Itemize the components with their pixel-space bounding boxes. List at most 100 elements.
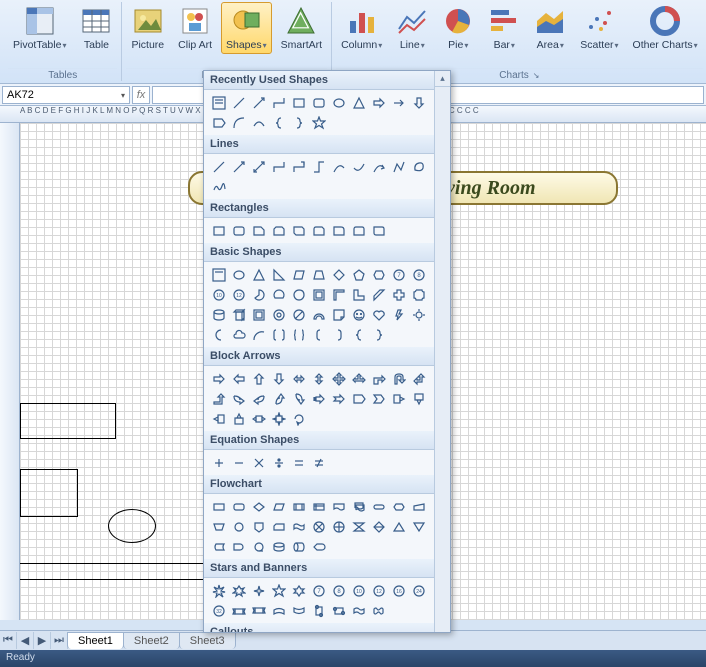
star-5pt[interactable] xyxy=(270,582,287,599)
basic-parallelogram[interactable] xyxy=(290,266,307,283)
clipart-button[interactable]: Clip Art xyxy=(173,2,217,54)
basic-diag-stripe[interactable] xyxy=(370,286,387,303)
basic-pie[interactable] xyxy=(250,286,267,303)
star-explosion1[interactable] xyxy=(210,582,227,599)
block-notched-right[interactable] xyxy=(330,390,347,407)
block-right-callout[interactable] xyxy=(390,390,407,407)
eq-divide[interactable] xyxy=(270,454,287,471)
fc-process[interactable] xyxy=(210,498,227,515)
shape-rounded-rect[interactable] xyxy=(310,94,327,111)
basic-right-bracket[interactable] xyxy=(330,326,347,343)
shape-right-brace[interactable] xyxy=(290,114,307,131)
block-down[interactable] xyxy=(270,370,287,387)
star-explosion2[interactable] xyxy=(230,582,247,599)
basic-sun[interactable] xyxy=(410,306,427,323)
banner-double-wave[interactable] xyxy=(370,602,387,619)
block-right[interactable] xyxy=(210,370,227,387)
eq-multiply[interactable] xyxy=(250,454,267,471)
fc-alt-process[interactable] xyxy=(230,498,247,515)
shape-rectangle[interactable] xyxy=(290,94,307,111)
pie-chart-button[interactable]: Pie xyxy=(437,2,479,54)
block-up[interactable] xyxy=(250,370,267,387)
basic-bevel[interactable] xyxy=(250,306,267,323)
rect-round1[interactable] xyxy=(330,222,347,239)
block-bent[interactable] xyxy=(370,370,387,387)
line-curve1[interactable] xyxy=(330,158,347,175)
column-chart-button[interactable]: Column xyxy=(336,2,387,54)
basic-block-arc[interactable] xyxy=(310,306,327,323)
bar-chart-button[interactable]: Bar xyxy=(483,2,525,54)
fc-manual-input[interactable] xyxy=(410,498,427,515)
smartart-button[interactable]: SmartArt xyxy=(276,2,327,54)
block-up-callout[interactable] xyxy=(230,410,247,427)
basic-lshape[interactable] xyxy=(350,286,367,303)
row-headers[interactable] xyxy=(0,123,20,620)
basic-right-triangle[interactable] xyxy=(270,266,287,283)
fc-manual-op[interactable] xyxy=(210,518,227,535)
basic-arc2[interactable] xyxy=(250,326,267,343)
picture-button[interactable]: Picture xyxy=(126,2,169,54)
rect-snip2[interactable] xyxy=(270,222,287,239)
basic-cube[interactable] xyxy=(230,306,247,323)
basic-half-frame[interactable] xyxy=(330,286,347,303)
fx-button[interactable]: fx xyxy=(132,86,150,104)
fc-direct-access[interactable] xyxy=(290,538,307,555)
block-leftright-callout[interactable] xyxy=(250,410,267,427)
fc-multidoc[interactable] xyxy=(350,498,367,515)
sheet-nav-prev[interactable]: ◀ xyxy=(17,632,34,649)
sheet-nav-next[interactable]: ▶ xyxy=(34,632,51,649)
shape-right-arrow[interactable] xyxy=(370,94,387,111)
basic-plaque[interactable] xyxy=(410,286,427,303)
basic-oval[interactable] xyxy=(230,266,247,283)
star-6pt[interactable] xyxy=(290,582,307,599)
line-elbow-arrow[interactable] xyxy=(290,158,307,175)
block-quad[interactable] xyxy=(330,370,347,387)
other-charts-button[interactable]: Other Charts xyxy=(628,2,703,54)
fc-delay[interactable] xyxy=(230,538,247,555)
star-32pt[interactable]: 32 xyxy=(210,602,227,619)
block-striped-right[interactable] xyxy=(310,390,327,407)
basic-heptagon[interactable]: 7 xyxy=(390,266,407,283)
line-elbow-double[interactable] xyxy=(310,158,327,175)
shape-triangle[interactable] xyxy=(350,94,367,111)
star-7pt[interactable]: 7 xyxy=(310,582,327,599)
rect-snip-round[interactable] xyxy=(310,222,327,239)
sheet-tab-2[interactable]: Sheet2 xyxy=(123,632,180,649)
fc-card[interactable] xyxy=(270,518,287,535)
basic-decagon[interactable]: 10 xyxy=(210,286,227,303)
basic-diamond[interactable] xyxy=(330,266,347,283)
basic-can[interactable] xyxy=(210,306,227,323)
sheet-tab-1[interactable]: Sheet1 xyxy=(67,632,124,649)
star-24pt[interactable]: 24 xyxy=(410,582,427,599)
shape-line[interactable] xyxy=(230,94,247,111)
sheet-nav-first[interactable]: ⏮ xyxy=(0,632,17,649)
shapes-button[interactable]: Shapes xyxy=(221,2,272,54)
fc-decision[interactable] xyxy=(250,498,267,515)
block-down-callout[interactable] xyxy=(410,390,427,407)
block-curved-right[interactable] xyxy=(230,390,247,407)
block-left-callout[interactable] xyxy=(210,410,227,427)
fc-internal[interactable] xyxy=(310,498,327,515)
banner-down-ribbon[interactable] xyxy=(250,602,267,619)
shape-star[interactable] xyxy=(310,114,327,131)
eq-plus[interactable] xyxy=(210,454,227,471)
shape-arc[interactable] xyxy=(230,114,247,131)
floorplan-oval[interactable] xyxy=(108,509,156,543)
line-arrow[interactable] xyxy=(230,158,247,175)
rect-round-diag[interactable] xyxy=(370,222,387,239)
basic-lightning[interactable] xyxy=(390,306,407,323)
basic-double-bracket[interactable] xyxy=(270,326,287,343)
fc-data[interactable] xyxy=(270,498,287,515)
basic-left-brace[interactable] xyxy=(350,326,367,343)
fc-extract[interactable] xyxy=(390,518,407,535)
star-10pt[interactable]: 10 xyxy=(350,582,367,599)
rect-rounded[interactable] xyxy=(230,222,247,239)
floorplan-rectangle-1[interactable] xyxy=(20,403,116,439)
line-curve2[interactable] xyxy=(350,158,367,175)
fc-terminator[interactable] xyxy=(370,498,387,515)
fc-or[interactable] xyxy=(330,518,347,535)
basic-dodecagon[interactable]: 12 xyxy=(230,286,247,303)
fc-connector[interactable] xyxy=(230,518,247,535)
block-curved-left[interactable] xyxy=(250,390,267,407)
fc-document[interactable] xyxy=(330,498,347,515)
